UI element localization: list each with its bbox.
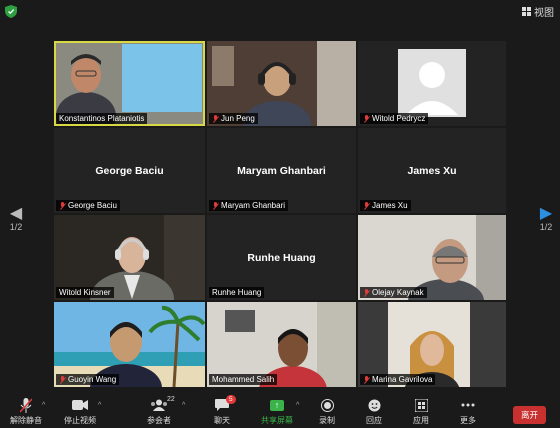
video-tile-11[interactable]: Marina Gavrilova [358,302,506,387]
mic-muted-icon [212,201,219,210]
mic-muted-icon [363,375,370,384]
chat-icon: 5 [200,395,244,413]
participants-button[interactable]: 22 参会者 [137,396,181,426]
participant-name: Olejay Kaynak [372,288,424,297]
chevron-up-icon[interactable]: ^ [182,402,185,409]
name-tag: James Xu [360,200,411,211]
mic-muted-icon [363,201,370,210]
participant-name: Mohammed Salih [212,375,275,384]
participant-name: Konstantinos Plataniotis [59,114,145,123]
react-label: 回应 [366,416,382,425]
chevron-right-icon: ▶ [539,205,553,222]
mic-muted-icon [363,114,370,123]
video-tile-7[interactable]: Runhe Huang Runhe Huang [207,215,356,300]
video-tile-2[interactable]: Witold Pedrycz [358,41,506,126]
name-tag: Runhe Huang [209,287,265,298]
name-tag: Marina Gavrilova [360,374,436,385]
participants-label: 参会者 [147,416,171,425]
next-page-button[interactable]: ▶ 1/2 [534,205,558,233]
view-button[interactable]: 视图 [522,4,554,19]
grid-view-icon [522,7,531,16]
page-indicator-left: 1/2 [9,222,23,232]
name-tag: Olejay Kaynak [360,287,427,298]
chat-badge: 5 [226,395,236,404]
view-label: 视图 [534,8,554,19]
reaction-icon [352,397,396,413]
mic-muted-icon [212,114,219,123]
video-tile-3[interactable]: George Baciu George Baciu [54,128,205,213]
share-screen-button[interactable]: ↑ 共享屏幕 [255,397,299,426]
participant-display-name: Maryam Ghanbari [237,164,326,177]
name-tag: Maryam Ghanbari [209,200,289,211]
video-tile-5[interactable]: James Xu James Xu [358,128,506,213]
page-indicator-right: 1/2 [539,222,553,232]
top-bar: 视图 [0,0,560,22]
participant-display-name: George Baciu [95,164,164,177]
mic-muted-icon [59,375,66,384]
video-tile-6[interactable]: Witold Kinsner [54,215,205,300]
participant-name: Marina Gavrilova [372,375,433,384]
participant-display-name: Runhe Huang [247,251,316,264]
participant-name: James Xu [372,201,408,210]
participant-name: Guoyin Wang [68,375,117,384]
participant-name: Maryam Ghanbari [221,201,286,210]
meeting-toolbar: 解除静音 ^ 停止视频 ^ 22 参会者 ^ 5 聊天 ↑ 共享屏幕 ^ 录制 [0,394,560,428]
video-tile-10[interactable]: Mohammed Salih [207,302,356,387]
leave-button[interactable]: 离开 [512,406,546,424]
name-tag: Konstantinos Plataniotis [56,113,148,124]
name-tag: Witold Pedrycz [360,113,429,124]
share-screen-icon: ↑ [270,399,284,411]
participant-name: George Baciu [68,201,117,210]
stop-video-button[interactable]: 停止视频 [58,397,102,426]
video-tile-1[interactable]: Jun Peng [207,41,356,126]
participant-display-name: James Xu [407,164,457,177]
unmute-label: 解除静音 [10,416,42,425]
participant-name: Jun Peng [221,114,255,123]
prev-page-button[interactable]: ◀ 1/2 [4,205,28,233]
chat-label: 聊天 [214,416,230,425]
record-button[interactable]: 录制 [305,397,349,426]
apps-button[interactable]: 应用 [399,397,443,426]
chevron-up-icon[interactable]: ^ [98,402,101,409]
participants-count: 22 [167,396,175,403]
participants-icon: 22 [137,396,181,413]
stop-video-label: 停止视频 [64,416,96,425]
name-tag: Jun Peng [209,113,258,124]
shield-icon[interactable] [5,5,17,18]
more-label: 更多 [460,416,476,425]
participant-name: Runhe Huang [212,288,262,297]
participant-name: Witold Pedrycz [372,114,426,123]
mic-muted-icon [59,201,66,210]
record-icon [305,397,349,413]
apps-icon [399,397,443,413]
video-tile-4[interactable]: Maryam Ghanbari Maryam Ghanbari [207,128,356,213]
more-icon [446,397,490,413]
share-screen-label: 共享屏幕 [261,416,293,425]
chevron-left-icon: ◀ [9,205,23,222]
react-button[interactable]: 回应 [352,397,396,426]
chevron-up-icon[interactable]: ^ [296,402,299,409]
record-label: 录制 [319,416,335,425]
video-tile-8[interactable]: Olejay Kaynak [358,215,506,300]
participant-name: Witold Kinsner [59,288,111,297]
name-tag: George Baciu [56,200,120,211]
name-tag: Witold Kinsner [56,287,114,298]
name-tag: Mohammed Salih [209,374,278,385]
chevron-up-icon[interactable]: ^ [42,402,45,409]
mic-muted-icon [363,288,370,297]
more-button[interactable]: 更多 [446,397,490,426]
chat-button[interactable]: 5 聊天 [200,395,244,426]
apps-label: 应用 [413,416,429,425]
name-tag: Guoyin Wang [56,374,120,385]
video-camera-icon [58,397,102,413]
video-tile-0[interactable]: Konstantinos Plataniotis [54,41,205,126]
video-tile-9[interactable]: Guoyin Wang [54,302,205,387]
